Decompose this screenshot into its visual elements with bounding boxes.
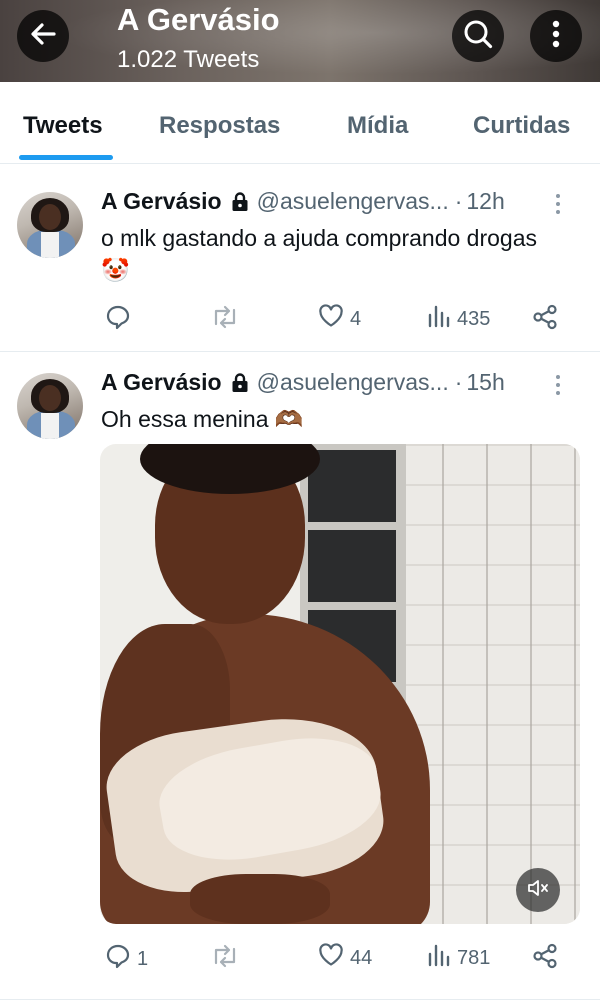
tweet-video[interactable] — [100, 444, 580, 924]
tweet-actions: 1 44 781 — [0, 943, 600, 973]
share-icon — [532, 304, 558, 336]
search-icon — [462, 18, 494, 55]
retweet-button[interactable] — [210, 943, 240, 975]
like-button[interactable]: 4 — [318, 304, 361, 334]
like-count: 44 — [350, 946, 373, 969]
back-button[interactable] — [17, 10, 69, 62]
tweet-text: o mlk gastando a ajuda comprando drogas🤡 — [101, 225, 538, 283]
tweet-time[interactable]: 15h — [466, 369, 504, 396]
like-count: 4 — [350, 307, 362, 330]
view-count: 435 — [457, 307, 491, 330]
search-button[interactable] — [452, 10, 504, 62]
author-name[interactable]: A Gervásio — [101, 369, 222, 396]
reply-button[interactable] — [105, 304, 137, 336]
author-handle[interactable]: @asuelengervas... — [257, 188, 449, 215]
retweet-icon — [210, 943, 240, 975]
profile-tabs: Tweets Respostas Mídia Curtidas — [0, 82, 600, 164]
like-button[interactable]: 44 — [318, 943, 372, 973]
tab-tweets[interactable]: Tweets — [23, 112, 103, 140]
view-count: 781 — [457, 946, 491, 969]
more-options-button[interactable] — [530, 10, 582, 62]
tweet-header: A Gervásio @asuelengervas... · 15h — [101, 369, 505, 396]
heart-icon — [318, 943, 344, 973]
tweet-text: Oh essa menina 🫶🏾 — [101, 406, 304, 432]
reply-button[interactable]: 1 — [105, 943, 148, 975]
author-handle[interactable]: @asuelengervas... — [257, 369, 449, 396]
retweet-icon — [210, 304, 240, 336]
active-tab-indicator — [19, 155, 113, 160]
back-arrow-icon — [28, 19, 58, 54]
tweet-count: 1.022 Tweets — [117, 46, 260, 73]
views-button[interactable]: 435 — [427, 304, 490, 334]
tweet-card[interactable]: A Gervásio @asuelengervas... · 12h o mlk… — [0, 172, 600, 352]
profile-header: A Gervásio 1.022 Tweets — [0, 0, 600, 82]
more-vertical-icon — [551, 19, 561, 54]
reply-icon — [105, 304, 131, 336]
retweet-button[interactable] — [210, 304, 240, 336]
share-icon — [532, 943, 558, 975]
share-button[interactable] — [532, 304, 558, 336]
reply-icon — [105, 943, 131, 975]
tab-respostas[interactable]: Respostas — [159, 112, 280, 140]
share-button[interactable] — [532, 943, 558, 975]
separator-dot: · — [454, 188, 463, 214]
tweet-more-icon[interactable] — [556, 194, 560, 214]
mute-toggle-button[interactable] — [516, 868, 560, 912]
tweet-time[interactable]: 12h — [466, 188, 504, 215]
views-button[interactable]: 781 — [427, 943, 490, 973]
lock-icon — [231, 191, 249, 212]
profile-name: A Gervásio — [117, 2, 280, 37]
volume-muted-icon — [526, 877, 550, 904]
separator-dot: · — [454, 369, 463, 395]
tweet-header: A Gervásio @asuelengervas... · 12h — [101, 188, 505, 215]
author-name[interactable]: A Gervásio — [101, 188, 222, 215]
tab-curtidas[interactable]: Curtidas — [473, 112, 570, 140]
tweet-actions: 4 435 — [0, 304, 600, 334]
avatar[interactable] — [17, 373, 83, 439]
views-bar-chart-icon — [427, 304, 451, 334]
tweet-more-icon[interactable] — [556, 375, 560, 395]
heart-icon — [318, 304, 344, 334]
reply-count: 1 — [137, 947, 149, 970]
avatar[interactable] — [17, 192, 83, 258]
views-bar-chart-icon — [427, 943, 451, 973]
tab-midia[interactable]: Mídia — [347, 112, 408, 140]
lock-icon — [231, 372, 249, 393]
